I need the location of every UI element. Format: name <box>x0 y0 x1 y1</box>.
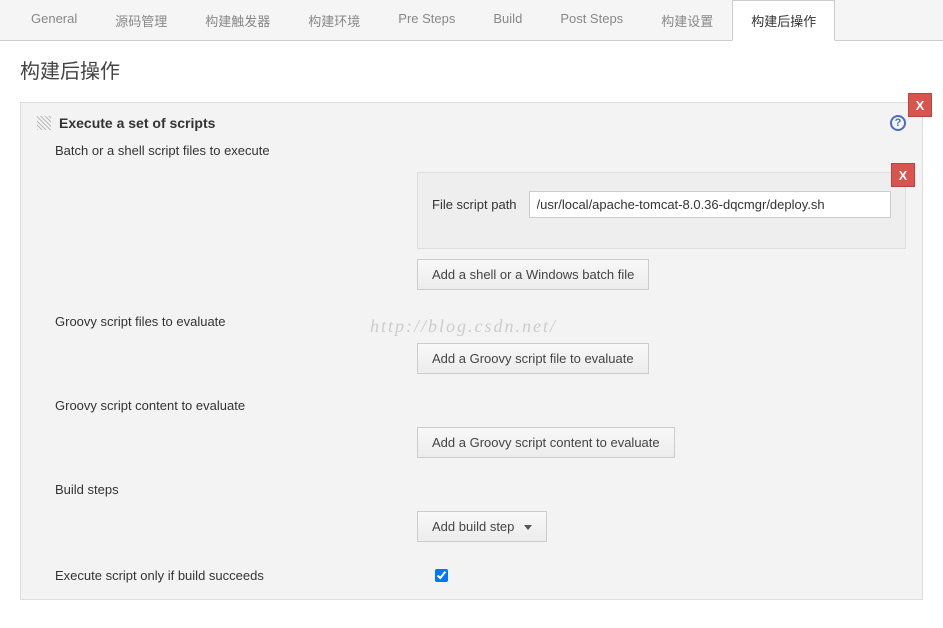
add-build-step-button[interactable]: Add build step <box>417 511 547 542</box>
add-groovy-file-button[interactable]: Add a Groovy script file to evaluate <box>417 343 649 374</box>
build-steps-section-label: Build steps <box>55 482 906 497</box>
config-tabs: General 源码管理 构建触发器 构建环境 Pre Steps Build … <box>0 0 943 41</box>
tab-general[interactable]: General <box>12 0 96 40</box>
help-icon[interactable]: ? <box>890 115 906 131</box>
execute-only-success-checkbox[interactable] <box>435 569 448 582</box>
add-shell-batch-button[interactable]: Add a shell or a Windows batch file <box>417 259 649 290</box>
chevron-down-icon <box>524 525 532 530</box>
execute-only-success-label: Execute script only if build succeeds <box>37 568 435 583</box>
execute-scripts-block: X Execute a set of scripts ? Batch or a … <box>20 102 923 600</box>
execute-only-success-row: Execute script only if build succeeds <box>37 568 906 583</box>
drag-handle-icon[interactable] <box>37 116 51 130</box>
groovy-file-section: Groovy script files to evaluate Add a Gr… <box>37 314 906 374</box>
tab-pre-steps[interactable]: Pre Steps <box>379 0 474 40</box>
batch-section: Batch or a shell script files to execute… <box>37 143 906 290</box>
tab-build[interactable]: Build <box>474 0 541 40</box>
groovy-file-section-label: Groovy script files to evaluate <box>55 314 906 329</box>
tab-post-build-actions[interactable]: 构建后操作 <box>732 0 835 41</box>
page-title: 构建后操作 <box>0 41 943 102</box>
file-script-panel: X File script path <box>417 172 906 249</box>
groovy-content-section: Groovy script content to evaluate Add a … <box>37 398 906 458</box>
tab-build-settings[interactable]: 构建设置 <box>642 0 732 40</box>
tab-scm[interactable]: 源码管理 <box>96 0 186 40</box>
file-script-path-label: File script path <box>432 197 517 212</box>
add-build-step-label: Add build step <box>432 519 514 534</box>
tab-post-steps[interactable]: Post Steps <box>541 0 642 40</box>
tab-triggers[interactable]: 构建触发器 <box>186 0 289 40</box>
tab-build-env[interactable]: 构建环境 <box>289 0 379 40</box>
batch-section-label: Batch or a shell script files to execute <box>55 143 906 158</box>
close-block-button[interactable]: X <box>908 93 932 117</box>
close-file-script-button[interactable]: X <box>891 163 915 187</box>
build-steps-section: Build steps Add build step <box>37 482 906 542</box>
groovy-content-section-label: Groovy script content to evaluate <box>55 398 906 413</box>
block-header: Execute a set of scripts ? <box>37 115 906 131</box>
add-groovy-content-button[interactable]: Add a Groovy script content to evaluate <box>417 427 675 458</box>
file-script-path-input[interactable] <box>529 191 891 218</box>
block-title: Execute a set of scripts <box>59 115 890 131</box>
